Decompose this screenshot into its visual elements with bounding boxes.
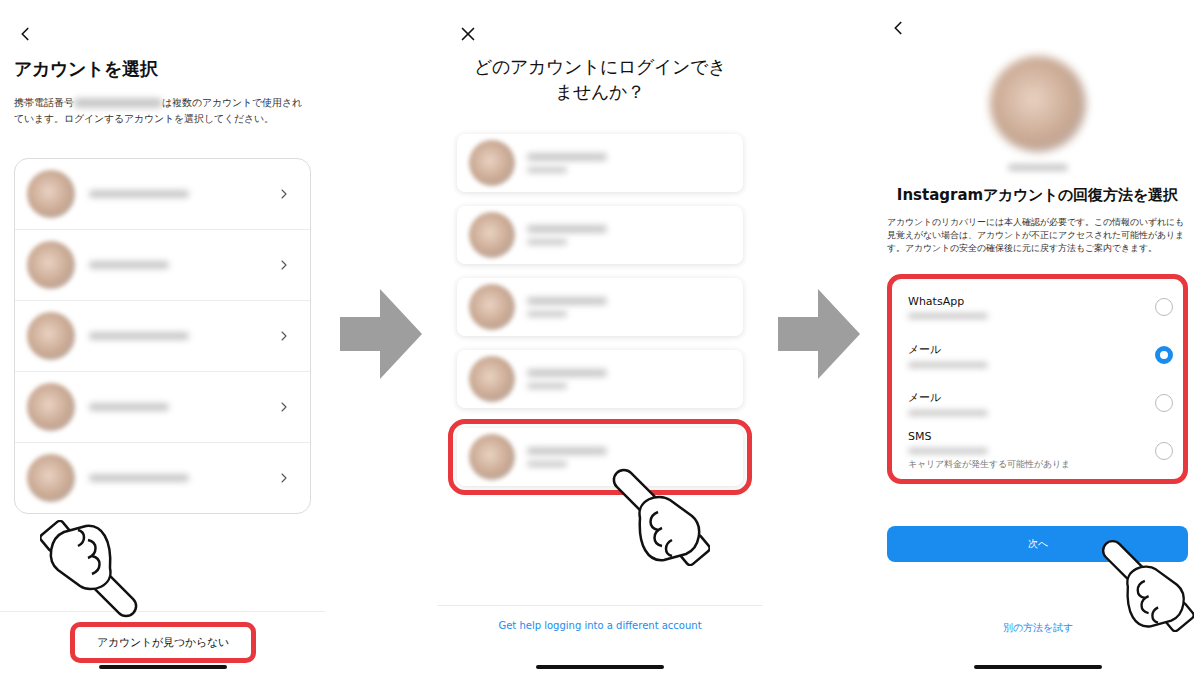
blurred-username: [527, 447, 607, 455]
back-icon: [887, 17, 909, 39]
account-avatar: [469, 284, 515, 330]
blurred-username: [89, 332, 189, 340]
blurred-username: [89, 190, 189, 198]
option-label: メール: [908, 390, 1145, 405]
close-icon: [457, 23, 479, 45]
account-avatar: [469, 356, 515, 402]
recovery-option[interactable]: メール: [908, 379, 1173, 427]
radio-button[interactable]: [1155, 394, 1173, 412]
option-label: SMS: [908, 430, 1145, 443]
recovery-option[interactable]: メール: [908, 331, 1173, 379]
step-arrow: [325, 0, 437, 675]
option-label: WhatsApp: [908, 295, 1145, 308]
account-card[interactable]: [457, 134, 743, 192]
screen-description: アカウントのリカバリーには本人確認が必要です。この情報のいずれにも見覚えがない場…: [887, 216, 1188, 256]
account-card[interactable]: [457, 350, 743, 408]
chevron-right-icon: [276, 399, 292, 415]
blurred-contact: [908, 362, 988, 368]
blurred-phone-number: [74, 98, 162, 108]
account-row[interactable]: [15, 371, 310, 442]
account-avatar: [469, 140, 515, 186]
blurred-name: [527, 461, 567, 467]
recovery-options: WhatsAppメールメールSMSキャリア料金が発生する可能性がありま: [887, 274, 1188, 484]
next-button[interactable]: 次へ: [887, 526, 1188, 562]
recovery-option[interactable]: SMS キャリア料金が発生する可能性がありま: [908, 427, 1173, 475]
blurred-username: [1008, 164, 1068, 171]
footer: Get help logging into a different accoun…: [437, 605, 763, 675]
try-another-way-link[interactable]: 別の方法を試す: [1003, 622, 1073, 635]
blurred-name: [527, 167, 567, 173]
screen-title: Instagramアカウントの回復方法を選択: [897, 185, 1178, 206]
blurred-username: [527, 297, 607, 305]
account-card[interactable]: [457, 206, 743, 264]
account-avatar: [27, 241, 75, 289]
blurred-contact: [908, 410, 988, 416]
account-avatar: [469, 212, 515, 258]
option-note: キャリア料金が発生する可能性がありま: [908, 459, 1145, 471]
account-row[interactable]: [15, 442, 310, 513]
blurred-username: [527, 153, 607, 161]
chevron-right-icon: [276, 186, 292, 202]
account-avatar: [469, 434, 515, 480]
screen-title: アカウントを選択: [14, 56, 158, 81]
chevron-right-icon: [276, 257, 292, 273]
profile-avatar: [990, 56, 1086, 152]
blurred-username: [527, 369, 607, 377]
pointing-hand-icon: [600, 456, 710, 566]
arrow-icon: [340, 289, 422, 379]
help-link[interactable]: Get help logging into a different accoun…: [498, 620, 701, 631]
account-avatar: [27, 383, 75, 431]
radio-button[interactable]: [1155, 442, 1173, 460]
home-indicator: [536, 665, 664, 669]
arrow-icon: [778, 289, 860, 379]
close-button[interactable]: [457, 22, 481, 46]
account-card[interactable]: [457, 428, 743, 486]
radio-button[interactable]: [1155, 298, 1173, 316]
screen-title: どのアカウントにログインできませんか？: [466, 54, 734, 104]
chevron-right-icon: [276, 470, 292, 486]
pointing-hand-icon: [1090, 528, 1194, 632]
account-card[interactable]: [457, 278, 743, 336]
back-button[interactable]: [14, 22, 38, 46]
account-avatar: [27, 170, 75, 218]
footer: アカウントが見つからない: [0, 611, 325, 675]
blurred-username: [89, 474, 189, 482]
trouble-select-screen: どのアカウントにログインできませんか？ Get help logging into…: [437, 0, 763, 675]
blurred-name: [527, 239, 567, 245]
back-icon: [14, 23, 36, 45]
account-select-screen: アカウントを選択携帯電話番号は複数のアカウントで使用されています。ログインするア…: [0, 0, 325, 675]
blurred-contact: [908, 313, 988, 319]
recovery-option[interactable]: WhatsApp: [908, 283, 1173, 331]
chevron-right-icon: [276, 328, 292, 344]
radio-button[interactable]: [1155, 346, 1173, 364]
blurred-name: [527, 383, 567, 389]
recovery-screen: Instagramアカウントの回復方法を選択アカウントのリカバリーには本人確認が…: [875, 0, 1200, 675]
account-avatar: [27, 454, 75, 502]
blurred-name: [527, 311, 567, 317]
option-label: メール: [908, 342, 1145, 357]
account-not-found-button[interactable]: アカウントが見つからない: [70, 622, 256, 663]
account-row[interactable]: [15, 300, 310, 371]
pointing-hand-icon: [40, 520, 150, 630]
blurred-username: [89, 261, 169, 269]
tutorial-stage: アカウントを選択携帯電話番号は複数のアカウントで使用されています。ログインするア…: [0, 0, 1200, 675]
screen-description: 携帯電話番号は複数のアカウントで使用されています。ログインするアカウントを選択し…: [14, 95, 311, 126]
blurred-username: [89, 403, 169, 411]
blurred-contact: [908, 448, 988, 454]
step-arrow: [763, 0, 875, 675]
account-row[interactable]: [15, 159, 310, 229]
home-indicator: [99, 665, 227, 669]
account-row[interactable]: [15, 229, 310, 300]
account-avatar: [27, 312, 75, 360]
back-button[interactable]: [887, 16, 911, 40]
blurred-username: [527, 225, 607, 233]
footer: 別の方法を試す: [875, 622, 1200, 675]
home-indicator: [974, 665, 1102, 669]
account-list: [14, 158, 311, 514]
account-card-list: [457, 134, 743, 486]
